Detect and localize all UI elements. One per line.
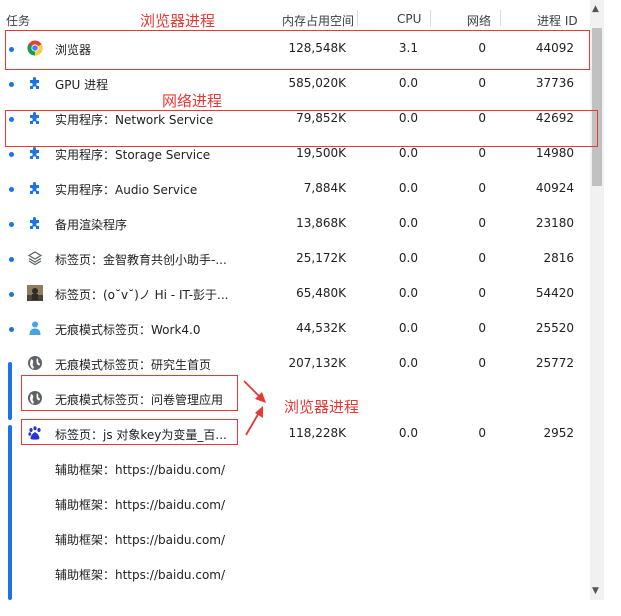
cpu-value: 0.0 [398,76,418,90]
column-header-task[interactable]: 任务 [6,12,30,29]
annotation-box-questionnaire [21,375,238,411]
cpu-value: 0.0 [398,321,418,335]
memory-value: 207,132K [288,356,347,370]
table-header: 任务 内存占用空间 CPU 网络 进程 ID [0,0,590,30]
scroll-down-arrow-icon[interactable]: ▼ [592,586,599,596]
task-name: 备用渲染程序 [55,218,128,232]
task-name: 辅助框架：https://baidu.com/ [55,498,226,512]
column-header-network[interactable]: 网络 [467,12,491,29]
pid-value: 25520 [535,321,574,335]
pid-value: 54420 [535,286,574,300]
scroll-up-arrow-icon[interactable]: ▲ [592,4,599,14]
cpu-value: 0.0 [398,146,418,160]
process-dot [9,292,14,297]
process-dot [9,222,14,227]
network-value: 0 [478,251,486,265]
annotation-box-browser [5,30,590,70]
pid-value: 2952 [543,426,574,440]
puzzle-icon [27,75,43,91]
pid-value: 25772 [535,356,574,370]
network-value: 0 [478,426,486,440]
network-value: 0 [478,216,486,230]
memory-value: 25,172K [296,251,346,265]
network-value: 0 [478,286,486,300]
network-value: 0 [478,356,486,370]
column-header-pid[interactable]: 进程 ID [537,12,578,29]
table-row[interactable]: GPU 进程 585,020K 0.0 0 37736 [0,66,590,101]
process-dot [9,82,14,87]
annotation-label-browser-process-2: 浏览器进程 [284,398,360,416]
column-divider [430,10,431,26]
process-dot [9,152,14,157]
process-dot [9,257,14,262]
globe-icon [27,355,43,371]
memory-value: 13,868K [296,216,346,230]
task-name: 辅助框架：https://baidu.com/ [55,463,226,477]
memory-value: 585,020K [288,76,347,90]
puzzle-icon [27,180,43,196]
pid-value: 23180 [535,216,574,230]
task-name: 无痕模式标签页：Work4.0 [55,323,201,337]
memory-value: 19,500K [296,146,346,160]
cpu-value: 0.0 [398,286,418,300]
table-row[interactable]: 标签页：金智教育共创小助手-... 25,172K 0.0 0 2816 [0,241,590,276]
annotation-box-baidu [21,419,238,445]
table-row[interactable]: 辅助框架：https://baidu.com/ [0,556,590,591]
network-value: 0 [478,181,486,195]
column-header-cpu[interactable]: CPU [397,12,421,26]
cpu-value: 0.0 [398,181,418,195]
puzzle-icon [27,145,43,161]
annotation-arrows [243,380,266,436]
table-row[interactable]: 辅助框架：https://baidu.com/ [0,486,590,521]
process-dot [9,187,14,192]
cpu-value: 0.0 [398,356,418,370]
table-row[interactable]: 辅助框架：https://baidu.com/ [0,521,590,556]
table-row[interactable]: 备用渲染程序 13,868K 0.0 0 23180 [0,206,590,241]
table-row[interactable]: 标签页：(o˘v˘)ノ Hi - IT-彭于... 65,480K 0.0 0 5442… [0,276,590,311]
task-name: 标签页：金智教育共创小助手-... [55,253,227,267]
annotation-label-network-process: 网络进程 [162,92,223,110]
task-name: 实用程序：Storage Service [55,148,211,162]
task-name: 辅助框架：https://baidu.com/ [55,533,226,547]
pid-value: 40924 [535,181,574,195]
network-value: 0 [478,76,486,90]
scrollbar-thumb[interactable] [592,28,602,186]
pid-value: 37736 [535,76,574,90]
task-name: 标签页：(o˘v˘)ノ Hi - IT-彭于... [55,288,229,302]
cpu-value: 0.0 [398,216,418,230]
memory-value: 44,532K [296,321,346,335]
annotation-box-network [5,110,598,147]
pid-value: 14980 [535,146,574,160]
task-manager-window: 任务 内存占用空间 CPU 网络 进程 ID 浏览器 128,548K 3.1 0 44… [0,0,621,616]
cpu-value: 0.0 [398,426,418,440]
process-dot [9,327,14,332]
task-name: 实用程序：Audio Service [55,183,198,197]
memory-value: 65,480K [296,286,346,300]
network-value: 0 [478,321,486,335]
person-icon [27,320,43,336]
column-divider [357,10,358,26]
table-row[interactable]: 无痕模式标签页：Work4.0 44,532K 0.0 0 25520 [0,311,590,346]
table-row[interactable]: 辅助框架：https://baidu.com/ [0,451,590,486]
cpu-value: 0.0 [398,251,418,265]
layers-icon [27,250,43,266]
column-divider [500,10,501,26]
task-name: 无痕模式标签页：研究生首页 [55,358,212,372]
network-value: 0 [478,146,486,160]
table-row[interactable]: 实用程序：Audio Service 7,884K 0.0 0 40924 [0,171,590,206]
pid-value: 2816 [543,251,574,265]
puzzle-icon [27,215,43,231]
memory-value: 7,884K [303,181,346,195]
column-header-memory[interactable]: 内存占用空间 [282,12,354,29]
avatar-thumbnail-icon [27,285,43,301]
task-name: GPU 进程 [55,78,109,92]
task-name: 辅助框架：https://baidu.com/ [55,568,226,582]
annotation-label-browser-process: 浏览器进程 [140,12,216,30]
